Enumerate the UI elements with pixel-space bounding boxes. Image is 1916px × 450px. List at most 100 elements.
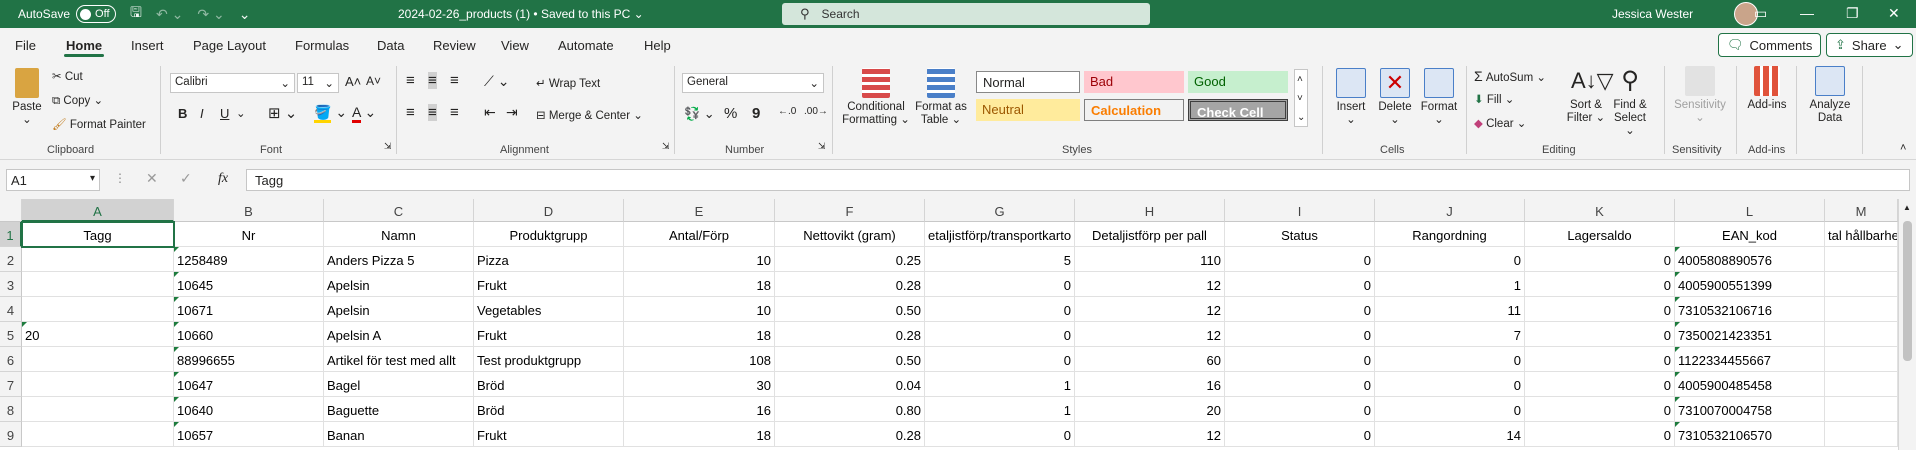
table-cell[interactable]: 10660 <box>174 322 324 347</box>
table-cell[interactable]: 0 <box>1225 297 1375 322</box>
increase-font-icon[interactable]: A˄ <box>345 74 361 89</box>
find-select-button[interactable]: ⚲ Find & Select ⌄ <box>1608 66 1652 138</box>
decrease-indent-icon[interactable]: ⇤ <box>484 104 496 121</box>
redo-icon[interactable]: ↷ ⌄ <box>197 6 224 23</box>
format-as-table-button[interactable]: Format as Table ⌄ <box>912 68 970 127</box>
table-cell[interactable]: 0.80 <box>775 397 925 422</box>
table-cell[interactable] <box>1825 297 1898 322</box>
table-cell[interactable]: 10 <box>624 247 775 272</box>
column-header-a[interactable]: A <box>22 199 174 222</box>
header-cell[interactable]: tal hållbarhe <box>1825 222 1898 247</box>
table-cell[interactable]: 0.04 <box>775 372 925 397</box>
table-cell[interactable]: 11 <box>1375 297 1525 322</box>
row-header[interactable]: 3 <box>0 272 22 297</box>
table-cell[interactable]: 14 <box>1375 422 1525 447</box>
column-header-f[interactable]: F <box>775 199 925 222</box>
autosave-toggle[interactable]: Off <box>76 5 117 23</box>
table-cell[interactable]: 0 <box>1225 347 1375 372</box>
tab-view[interactable]: View <box>501 38 529 53</box>
autosum-button[interactable]: Σ AutoSum ⌄ <box>1474 68 1546 84</box>
share-button[interactable]: ⇪ Share ⌄ <box>1826 33 1913 57</box>
table-cell[interactable]: 1122334455667 <box>1675 347 1825 372</box>
tab-insert[interactable]: Insert <box>131 38 164 53</box>
wrap-text-button[interactable]: ↵ Wrap Text <box>536 76 600 90</box>
style-calculation[interactable]: Calculation <box>1084 99 1184 121</box>
row-header[interactable]: 2 <box>0 247 22 272</box>
table-cell[interactable]: 12 <box>1075 297 1225 322</box>
table-cell[interactable]: 16 <box>1075 372 1225 397</box>
table-cell[interactable]: 0 <box>925 422 1075 447</box>
header-cell[interactable]: Lagersaldo <box>1525 222 1675 247</box>
cut-button[interactable]: ✂ Cut <box>52 69 83 83</box>
table-cell[interactable]: 0 <box>1375 247 1525 272</box>
table-cell[interactable]: Bagel <box>324 372 474 397</box>
row-header[interactable]: 7 <box>0 372 22 397</box>
table-cell[interactable]: 0 <box>1525 397 1675 422</box>
format-painter-button[interactable]: 🖌 Format Painter <box>52 117 146 131</box>
table-cell[interactable]: 110 <box>1075 247 1225 272</box>
table-cell[interactable] <box>22 372 174 397</box>
table-cell[interactable]: 1 <box>1375 272 1525 297</box>
number-dialog-launcher-icon[interactable]: ⇲ <box>818 141 826 152</box>
restore-icon[interactable]: ❐ <box>1846 5 1859 22</box>
table-cell[interactable]: 10645 <box>174 272 324 297</box>
percent-button[interactable]: % <box>724 105 737 122</box>
table-cell[interactable]: Frukt <box>474 422 624 447</box>
add-ins-button[interactable]: Add-ins <box>1742 66 1792 112</box>
tab-help[interactable]: Help <box>644 38 671 53</box>
table-cell[interactable]: 0 <box>1525 422 1675 447</box>
table-cell[interactable]: Frukt <box>474 322 624 347</box>
delete-cells-button[interactable]: ✕ Delete ⌄ <box>1374 68 1416 127</box>
accounting-format-icon[interactable]: 💱 ⌄ <box>684 106 715 122</box>
format-cells-button[interactable]: Format ⌄ <box>1418 68 1460 127</box>
user-name[interactable]: Jessica Wester <box>1612 7 1693 21</box>
style-good[interactable]: Good <box>1188 71 1288 93</box>
align-left-icon[interactable]: ≡ <box>406 104 415 121</box>
column-header-b[interactable]: B <box>174 199 324 222</box>
undo-icon[interactable]: ↶ ⌄ <box>156 6 183 23</box>
tab-file[interactable]: File <box>15 38 36 53</box>
column-header-l[interactable]: L <box>1675 199 1825 222</box>
table-cell[interactable]: 10671 <box>174 297 324 322</box>
comma-button[interactable]: 9 <box>752 105 760 122</box>
table-cell[interactable] <box>22 422 174 447</box>
table-cell[interactable]: 7310532106570 <box>1675 422 1825 447</box>
table-cell[interactable]: 0 <box>1525 347 1675 372</box>
table-cell[interactable]: Banan <box>324 422 474 447</box>
table-cell[interactable]: 20 <box>22 322 174 347</box>
sort-filter-button[interactable]: A↓▽ Sort & Filter ⌄ <box>1564 66 1614 125</box>
minimize-icon[interactable]: — <box>1800 5 1814 21</box>
table-cell[interactable]: Artikel för test med allt <box>324 347 474 372</box>
table-cell[interactable]: 0 <box>1225 372 1375 397</box>
font-color-icon[interactable]: A ⌄ <box>352 104 376 123</box>
table-cell[interactable]: 7310070004758 <box>1675 397 1825 422</box>
column-header-e[interactable]: E <box>624 199 775 222</box>
table-cell[interactable]: 0 <box>1375 347 1525 372</box>
tab-formulas[interactable]: Formulas <box>295 38 349 53</box>
table-cell[interactable]: 7 <box>1375 322 1525 347</box>
align-right-icon[interactable]: ≡ <box>450 104 459 121</box>
analyze-data-button[interactable]: Analyze Data <box>1800 66 1860 125</box>
align-bottom-icon[interactable]: ≡ <box>450 72 459 89</box>
alignment-dialog-launcher-icon[interactable]: ⇲ <box>662 141 670 152</box>
decrease-font-icon[interactable]: A˅ <box>366 74 381 88</box>
table-cell[interactable]: 0 <box>1525 247 1675 272</box>
header-cell[interactable]: Rangordning <box>1375 222 1525 247</box>
table-cell[interactable]: Bröd <box>474 397 624 422</box>
header-cell[interactable]: Namn <box>324 222 474 247</box>
vertical-scrollbar[interactable]: ▲ <box>1898 199 1916 450</box>
table-cell[interactable]: 10657 <box>174 422 324 447</box>
column-header-d[interactable]: D <box>474 199 624 222</box>
table-cell[interactable]: 18 <box>624 272 775 297</box>
table-cell[interactable]: 0 <box>1375 372 1525 397</box>
table-cell[interactable] <box>1825 372 1898 397</box>
row-header[interactable]: 5 <box>0 322 22 347</box>
table-cell[interactable]: 12 <box>1075 272 1225 297</box>
table-cell[interactable]: 60 <box>1075 347 1225 372</box>
enter-icon[interactable]: ✓ <box>180 170 192 187</box>
table-cell[interactable] <box>1825 422 1898 447</box>
table-cell[interactable]: 10 <box>624 297 775 322</box>
customize-toolbar-icon[interactable]: ⌄ <box>239 6 251 23</box>
fill-color-icon[interactable]: 🪣 ⌄ <box>314 104 347 123</box>
table-cell[interactable]: 0 <box>925 297 1075 322</box>
